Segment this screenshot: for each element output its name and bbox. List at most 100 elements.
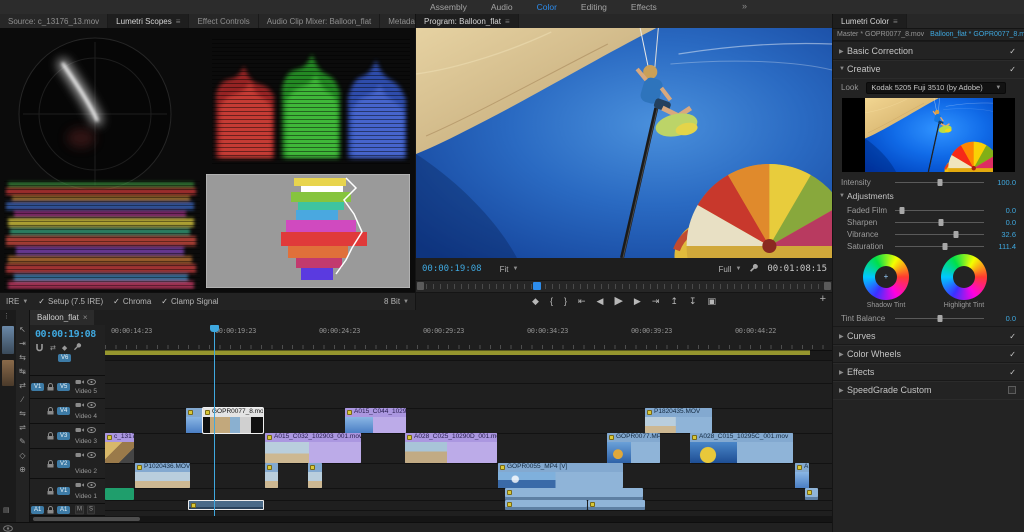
extract-button[interactable]: ↧ <box>689 296 697 306</box>
master-clip-label[interactable]: Master * GOPR0077_8.mov <box>837 31 924 38</box>
source-patch-v1[interactable]: V1 <box>31 383 45 391</box>
snap-magnet-icon[interactable] <box>35 343 44 352</box>
sync-lock-icon[interactable] <box>75 379 84 385</box>
shadow-tint-wheel[interactable]: + <box>863 254 909 300</box>
slip-tool[interactable]: ⇋ <box>19 410 26 418</box>
list-view-icon[interactable]: ▤ <box>3 506 10 514</box>
program-video-display[interactable] <box>416 28 832 258</box>
chroma-checkbox[interactable]: ✓ Chroma <box>113 297 151 306</box>
scrubber-right-handle[interactable] <box>824 282 831 290</box>
timeline-clip[interactable]: GOPR0077_8.mov [V] <box>202 407 264 434</box>
slider-handle[interactable] <box>953 230 959 238</box>
section-enabled-check-icon[interactable]: ✓ <box>1009 350 1016 359</box>
vibrance-value[interactable]: 32.6 <box>990 230 1016 239</box>
program-timecode[interactable]: 00:00:19:08 <box>422 264 482 274</box>
timeline-clip[interactable]: GOPR0077.MP4 <box>607 433 660 463</box>
section-speedgrade-custom[interactable]: ▶ SpeedGrade Custom <box>833 380 1024 400</box>
workspace-tab-assembly[interactable]: Assembly <box>430 2 467 12</box>
timeline-clip[interactable] <box>265 463 278 488</box>
look-dropdown[interactable]: Kodak 5205 Fuji 3510 (by Adobe) ▼ <box>866 81 1007 94</box>
faded-film-slider[interactable] <box>895 206 984 214</box>
panel-menu-icon[interactable]: ≡ <box>893 17 898 26</box>
faded-film-value[interactable]: 0.0 <box>990 206 1016 215</box>
track-target-v1[interactable]: V1 <box>57 487 71 495</box>
zoom-tool[interactable]: ⊕ <box>19 466 26 474</box>
timeline-clip[interactable]: c_1317 <box>105 433 134 463</box>
source-patch-a1[interactable]: A1 <box>31 505 45 514</box>
tint-balance-value[interactable]: 0.0 <box>990 314 1016 323</box>
track-target-a1[interactable]: A1 <box>57 505 71 514</box>
tab-effect-controls[interactable]: Effect Controls <box>189 14 259 28</box>
panel-menu-icon[interactable]: ≡ <box>176 17 181 26</box>
selection-tool[interactable]: ↖ <box>19 326 26 334</box>
timeline-clip[interactable]: A015_C032_102903_001.mov [20 <box>265 433 361 463</box>
saturation-value[interactable]: 111.4 <box>990 242 1016 251</box>
tab-program-monitor[interactable]: Program: Balloon_flat ≡ <box>416 14 519 28</box>
rolling-edit-tool[interactable]: ↹ <box>19 368 26 376</box>
zoom-level-dropdown[interactable]: Fit ▼ <box>500 265 519 274</box>
adjustments-header[interactable]: ▼ Adjustments <box>833 190 1024 202</box>
workspace-tab-editing[interactable]: Editing <box>581 2 607 12</box>
timeline-clip[interactable] <box>105 488 134 500</box>
scrollbar-handle[interactable] <box>33 517 140 521</box>
mark-in-button[interactable]: { <box>550 296 553 306</box>
track-name[interactable]: Video 1 <box>75 493 97 500</box>
slider-handle[interactable] <box>942 242 948 250</box>
track-lock-icon[interactable] <box>47 407 54 415</box>
timeline-clip[interactable]: A028_C025_10290D_001.mov <box>405 433 497 463</box>
timeline-playhead[interactable] <box>214 325 215 516</box>
section-enabled-check-icon[interactable]: ✓ <box>1009 368 1016 377</box>
project-thumbnail[interactable] <box>2 326 14 354</box>
mute-button[interactable]: M <box>75 504 84 515</box>
tab-metadata[interactable]: Metadata <box>380 14 415 28</box>
timeline-clip[interactable]: A <box>795 463 809 488</box>
timeline-clip[interactable] <box>588 500 645 510</box>
clamp-signal-checkbox[interactable]: ✓ Clamp Signal <box>161 297 218 306</box>
go-to-out-button[interactable]: ⇥ <box>652 296 660 306</box>
intensity-slider[interactable] <box>895 178 984 186</box>
timeline-clip[interactable] <box>505 500 587 510</box>
project-thumbnail[interactable] <box>2 360 14 386</box>
section-enabled-check-icon[interactable]: ✓ <box>1009 332 1016 341</box>
play-button[interactable]: ▶ <box>614 295 622 307</box>
step-forward-button[interactable]: ▶ <box>634 296 641 306</box>
section-color-wheels[interactable]: ▶ Color Wheels ✓ <box>833 344 1024 364</box>
disclosure-triangle-icon[interactable]: ▼ <box>839 66 847 72</box>
vibrance-slider[interactable] <box>895 230 984 238</box>
intensity-value[interactable]: 100.0 <box>990 178 1016 187</box>
timeline-clip[interactable] <box>186 408 203 433</box>
section-curves[interactable]: ▶ Curves ✓ <box>833 326 1024 346</box>
ire-dropdown[interactable]: IRE ▼ <box>6 297 28 306</box>
disclosure-triangle-icon[interactable]: ▶ <box>839 333 847 340</box>
track-lock-icon[interactable] <box>47 487 54 495</box>
slider-handle[interactable] <box>899 206 905 214</box>
panel-menu-icon[interactable]: ≡ <box>505 17 510 26</box>
track-target-v3[interactable]: V3 <box>57 432 71 440</box>
timeline-clip[interactable] <box>805 488 818 500</box>
lift-button[interactable]: ↥ <box>670 296 678 306</box>
section-enabled-check-icon[interactable]: ✓ <box>1009 47 1016 56</box>
slider-handle[interactable] <box>938 218 944 226</box>
workspace-tab-audio[interactable]: Audio <box>491 2 513 12</box>
track-lock-icon[interactable] <box>47 505 54 514</box>
timeline-clip[interactable] <box>308 463 322 488</box>
track-name[interactable]: Video 3 <box>75 438 97 445</box>
track-target-v5[interactable]: V5 <box>57 383 71 391</box>
disclosure-triangle-icon[interactable]: ▶ <box>839 369 847 376</box>
section-creative[interactable]: ▼ Creative ✓ <box>833 59 1024 79</box>
disclosure-triangle-icon[interactable]: ▶ <box>839 48 847 55</box>
grip-icon[interactable]: ⋮ <box>3 312 10 320</box>
track-target-v4[interactable]: V4 <box>57 407 71 415</box>
slide-tool[interactable]: ⇌ <box>19 424 26 432</box>
workspace-tab-color[interactable]: Color <box>537 2 557 12</box>
rate-stretch-tool[interactable]: ⇄ <box>19 382 26 390</box>
timeline-timecode[interactable]: 00:00:19:08 <box>35 329 96 340</box>
slider-handle[interactable] <box>937 178 942 186</box>
export-frame-button[interactable]: ▣ <box>707 296 716 306</box>
tab-lumetri-color[interactable]: Lumetri Color ≡ <box>833 14 907 28</box>
tab-sequence-balloon-flat[interactable]: Balloon_flat × <box>30 310 95 325</box>
section-enabled-check-icon[interactable]: ✓ <box>1009 65 1016 74</box>
look-preview-thumbnail[interactable] <box>842 98 1015 172</box>
timeline-clip[interactable]: A015_C044_10292W_0 <box>345 408 406 433</box>
scrubber-left-handle[interactable] <box>417 282 424 290</box>
